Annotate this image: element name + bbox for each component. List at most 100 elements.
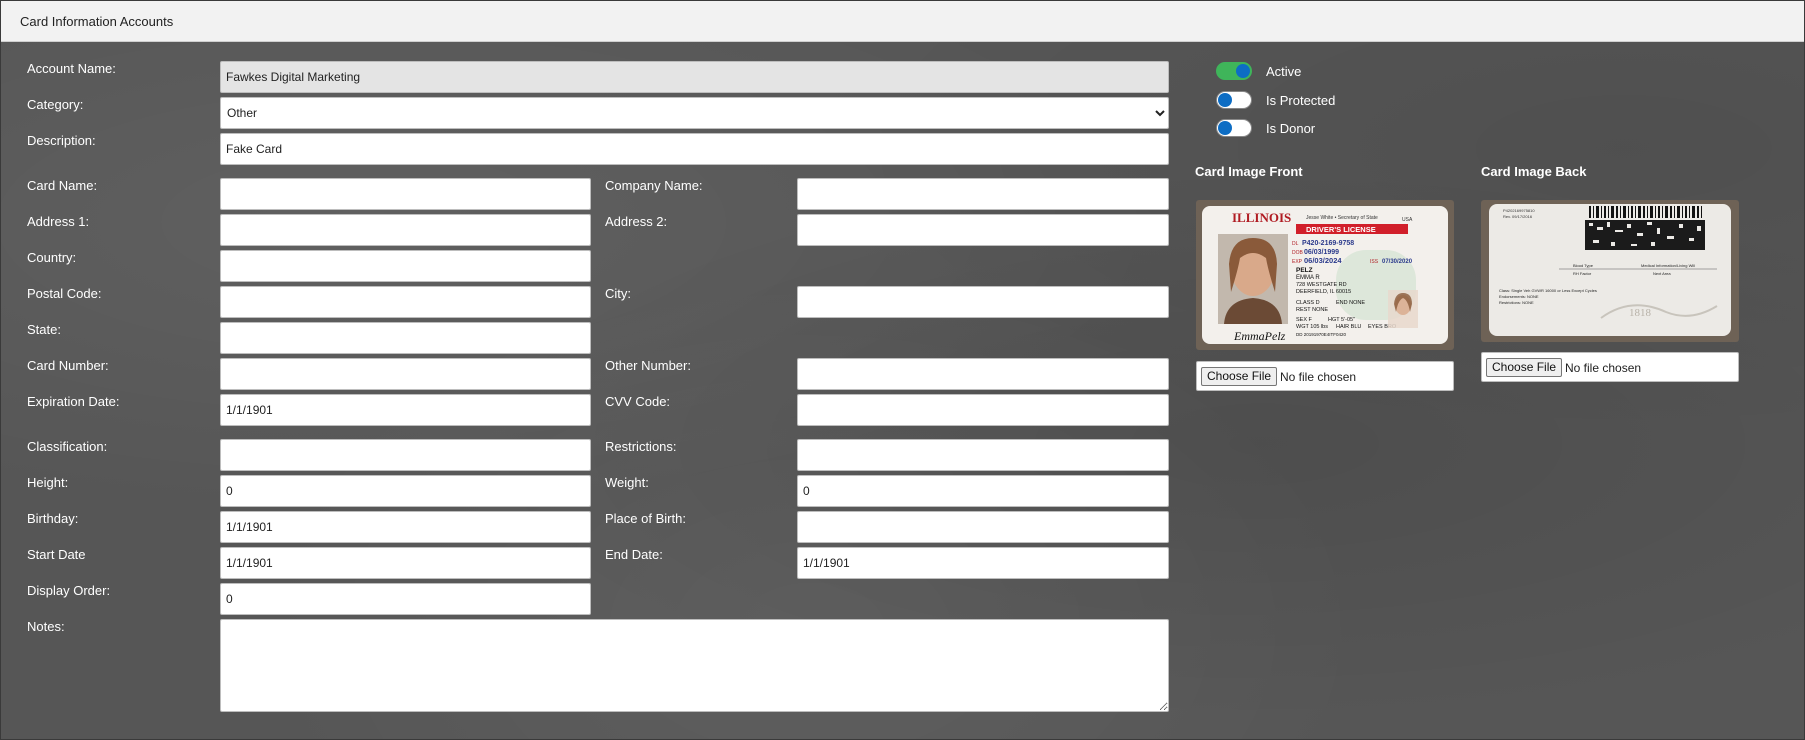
hair-line: HAIR BLU	[1336, 324, 1361, 330]
medical-info-value: Next Area	[1653, 271, 1671, 276]
toggle-knob	[1236, 64, 1250, 78]
place-of-birth-input[interactable]	[797, 511, 1169, 543]
country-label: Country:	[27, 250, 77, 265]
back-restrictions-line: Restrictions: NONE	[1499, 300, 1534, 305]
end-line: END NONE	[1336, 300, 1365, 306]
address1-input[interactable]	[220, 214, 591, 246]
class-line: CLASS D	[1296, 300, 1320, 306]
medical-info: Medical Information/Living Will	[1641, 263, 1695, 268]
active-toggle[interactable]	[1216, 62, 1252, 80]
front-file-input[interactable]: Choose File No file chosen	[1196, 361, 1454, 391]
is-protected-toggle[interactable]	[1216, 91, 1252, 109]
iss-value: 07/30/2020	[1382, 259, 1413, 265]
address2-input[interactable]	[797, 214, 1169, 246]
city-line: DEERFIELD, IL 60015	[1296, 289, 1351, 295]
front-file-status: No file chosen	[1280, 370, 1357, 384]
back-top-dates: Rev. 09/17/2016	[1503, 214, 1533, 219]
cvv-code-label: CVV Code:	[605, 394, 671, 409]
category-select[interactable]: Other	[220, 97, 1169, 129]
card-type-text: DRIVER'S LICENSE	[1306, 225, 1376, 234]
exp-value: 06/03/2024	[1304, 256, 1342, 265]
address1-label: Address 1:	[27, 214, 90, 229]
dd-line: DD 20191970E4ITF0420	[1296, 332, 1347, 337]
back-file-status: No file chosen	[1565, 361, 1642, 375]
notes-textarea[interactable]	[220, 619, 1169, 712]
card-state-text: ILLINOIS	[1232, 210, 1291, 225]
dob-value: 06/03/1999	[1304, 249, 1339, 256]
blood-type: Blood Type	[1573, 263, 1594, 268]
state-label: State:	[27, 322, 61, 337]
description-label: Description:	[27, 133, 96, 148]
back-choose-file-button[interactable]: Choose File	[1486, 358, 1563, 377]
toggle-knob	[1218, 93, 1232, 107]
expiration-date-label: Expiration Date:	[27, 394, 120, 409]
restrictions-label: Restrictions:	[605, 439, 677, 454]
card-image-back: P4202169975810 Rev. 09/17/2016 Blood Typ…	[1481, 200, 1739, 342]
back-serial: 1818	[1629, 307, 1652, 319]
dob-prefix: DOB	[1292, 250, 1304, 256]
hgt-line: HGT 5'-05"	[1328, 317, 1355, 323]
card-info-window: Card Information Accounts Account Name: …	[0, 0, 1805, 740]
postal-code-input[interactable]	[220, 286, 591, 318]
card-image-front: ILLINOIS Jesse White • Secretary of Stat…	[1196, 200, 1454, 350]
height-input[interactable]	[220, 475, 591, 507]
account-name-label: Account Name:	[27, 61, 116, 76]
postal-code-label: Postal Code:	[27, 286, 102, 301]
card-number-label: Card Number:	[27, 358, 109, 373]
title-bar: Card Information Accounts	[1, 1, 1804, 42]
birthday-input[interactable]	[220, 511, 591, 543]
dl-number: P420-2169-9758	[1302, 240, 1354, 247]
last-name: PELZ	[1296, 267, 1313, 274]
end-date-label: End Date:	[605, 547, 663, 562]
weight-input[interactable]	[797, 475, 1169, 507]
weight-label: Weight:	[605, 475, 649, 490]
restrictions-input[interactable]	[797, 439, 1169, 471]
active-label: Active	[1266, 64, 1302, 79]
display-order-label: Display Order:	[27, 583, 111, 598]
is-donor-label: Is Donor	[1266, 121, 1316, 136]
card-number-input[interactable]	[220, 358, 591, 390]
city-input[interactable]	[797, 286, 1169, 318]
front-choose-file-button[interactable]: Choose File	[1201, 367, 1278, 386]
card-name-label: Card Name:	[27, 178, 98, 193]
company-name-label: Company Name:	[605, 178, 703, 193]
country-input[interactable]	[220, 250, 591, 282]
classification-label: Classification:	[27, 439, 108, 454]
card-country-text: USA	[1402, 217, 1413, 223]
is-donor-toggle[interactable]	[1216, 119, 1252, 137]
other-number-label: Other Number:	[605, 358, 691, 373]
drivers-license-back-image: P4202169975810 Rev. 09/17/2016 Blood Typ…	[1481, 200, 1739, 342]
cvv-code-input[interactable]	[797, 394, 1169, 426]
rest-line: REST NONE	[1296, 307, 1328, 313]
toggle-knob	[1218, 121, 1232, 135]
category-label: Category:	[27, 97, 84, 112]
iss-prefix: ISS	[1370, 259, 1379, 265]
notes-label: Notes:	[27, 619, 65, 634]
start-date-input[interactable]	[220, 547, 591, 579]
wgt-line: WGT 105 lbs	[1296, 324, 1328, 330]
sex-line: SEX F	[1296, 317, 1313, 323]
display-order-input[interactable]	[220, 583, 591, 615]
card-image-front-heading: Card Image Front	[1195, 164, 1303, 179]
address2-label: Address 2:	[605, 214, 668, 229]
window-title: Card Information Accounts	[20, 14, 174, 29]
card-name-input[interactable]	[220, 178, 591, 210]
back-top-left: P4202169975810	[1503, 208, 1535, 213]
blood-type-value: RH Factor	[1573, 271, 1592, 276]
company-name-input[interactable]	[797, 178, 1169, 210]
card-issuer-text: Jesse White • Secretary of State	[1306, 215, 1378, 221]
description-input[interactable]	[220, 133, 1169, 165]
is-protected-label: Is Protected	[1266, 93, 1336, 108]
back-file-input[interactable]: Choose File No file chosen	[1481, 352, 1739, 382]
drivers-license-front-image: ILLINOIS Jesse White • Secretary of Stat…	[1196, 200, 1454, 350]
first-name: EMMA R	[1296, 275, 1320, 281]
expiration-date-input[interactable]	[220, 394, 591, 426]
account-name-input[interactable]	[220, 61, 1169, 93]
classification-input[interactable]	[220, 439, 591, 471]
start-date-label: Start Date	[27, 547, 86, 562]
end-date-input[interactable]	[797, 547, 1169, 579]
state-input[interactable]	[220, 322, 591, 354]
birthday-label: Birthday:	[27, 511, 79, 526]
back-class-line: Class: Single Veh GVWR 16000 or Less Exc…	[1499, 288, 1597, 293]
other-number-input[interactable]	[797, 358, 1169, 390]
